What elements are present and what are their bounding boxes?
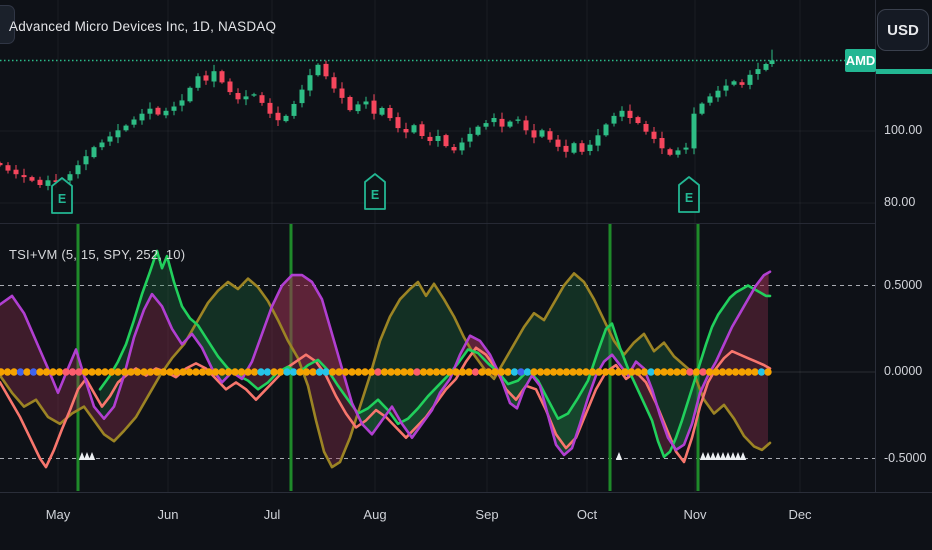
earnings-marker-icon[interactable]: E xyxy=(51,177,73,214)
chart-title: Advanced Micro Devices Inc, 1D, NASDAQ xyxy=(9,19,277,34)
time-axis-label: Oct xyxy=(576,507,598,522)
price-axis[interactable] xyxy=(875,0,932,550)
earnings-markers: EEE xyxy=(51,173,700,214)
indicator-axis-label: 0.5000 xyxy=(884,277,923,292)
price-axis-label: 100.00 xyxy=(884,123,923,137)
indicator-title[interactable]: TSI+VM (5, 15, SPY, 252, 10) xyxy=(9,247,185,262)
time-axis-label: May xyxy=(45,507,71,522)
svg-text:E: E xyxy=(58,192,66,206)
time-axis-label: Dec xyxy=(788,507,812,522)
svg-text:E: E xyxy=(371,188,379,202)
indicator-axis-label: -0.5000 xyxy=(884,450,927,465)
price-axis-label: 80.00 xyxy=(884,195,916,209)
indicator-axis-label: 0.0000 xyxy=(884,364,923,378)
last-price-symbol-badge[interactable]: AMD xyxy=(845,49,876,72)
time-axis-label: Nov xyxy=(683,507,707,522)
indicator-fills xyxy=(0,250,769,467)
time-axis-label: Sep xyxy=(475,507,499,522)
time-axis-label: Aug xyxy=(363,507,387,522)
time-axis-label: Jul xyxy=(263,507,281,522)
earnings-marker-icon[interactable]: E xyxy=(678,176,700,213)
zero-line-dots xyxy=(0,368,772,376)
chart-canvas[interactable]: EEE xyxy=(0,0,932,550)
currency-button[interactable]: USD xyxy=(877,9,929,51)
trading-chart-window: E E E Advanced Micro Devices Inc, 1D, NASD… xyxy=(0,0,932,550)
candles xyxy=(0,49,775,191)
time-axis-label: Jun xyxy=(157,507,179,522)
earnings-marker-icon[interactable]: E xyxy=(364,173,386,210)
svg-text:E: E xyxy=(685,191,693,205)
panel-divider[interactable] xyxy=(0,223,876,224)
axis-price-highlight-bar xyxy=(876,69,932,74)
